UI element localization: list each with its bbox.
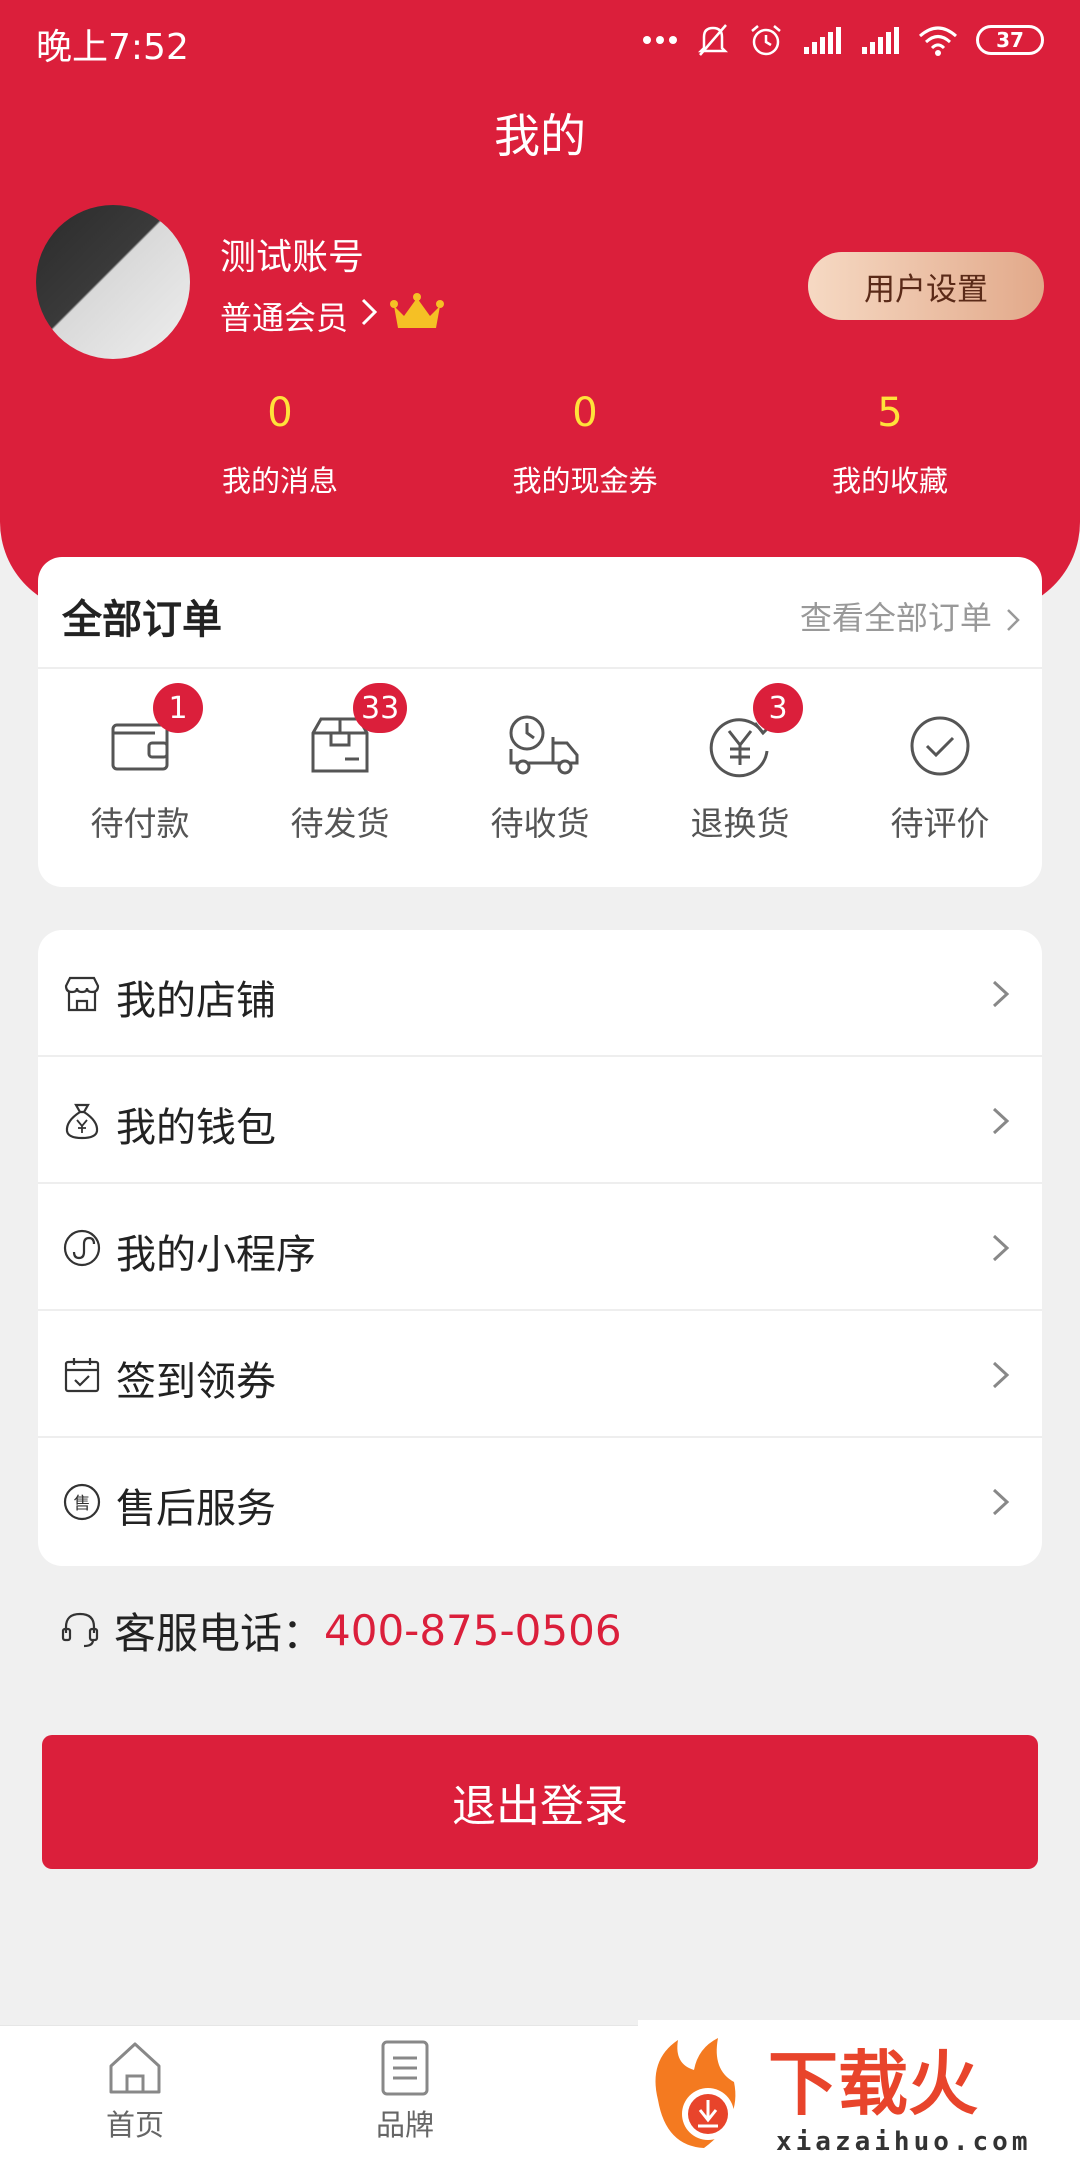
money-bag-icon	[62, 1101, 102, 1141]
menu-item-after-sales[interactable]: 售 售后服务	[38, 1438, 1042, 1565]
stat-label: 我的现金券	[512, 464, 658, 498]
badge-count: 33	[353, 683, 408, 733]
yen-return-icon: 3	[705, 683, 803, 781]
orders-header: 全部订单 查看全部订单	[38, 557, 1042, 669]
menu-item-check-in-coupons[interactable]: 签到领券	[38, 1311, 1042, 1438]
stat-messages[interactable]: 0 我的消息	[150, 390, 410, 500]
order-pending-review[interactable]: 待评价	[845, 699, 1035, 845]
menu-item-my-store[interactable]: 我的店铺	[38, 930, 1042, 1057]
alarm-icon	[748, 22, 784, 58]
watermark-text: 下载火	[768, 2043, 978, 2125]
menu-label: 签到领券	[116, 1359, 276, 1405]
stat-label: 我的消息	[221, 464, 338, 498]
stat-cash-coupons[interactable]: 0 我的现金券	[455, 390, 715, 500]
order-status-label: 退换货	[690, 804, 790, 843]
view-all-orders-link[interactable]: 查看全部订单	[800, 593, 1020, 639]
menu-card: 我的店铺 我的钱包 我的小程序 签到领券 售 售后服务	[38, 930, 1042, 1566]
order-status-label: 待收货	[490, 804, 590, 843]
signal-icon-2	[860, 25, 900, 55]
crown-icon	[390, 292, 445, 340]
user-name: 测试账号	[220, 237, 365, 278]
orders-card: 全部订单 查看全部订单 1 待付款 33 待发货 待收货 3 退换货 待评价	[38, 557, 1042, 887]
calendar-check-icon	[62, 1355, 102, 1395]
orders-status-row: 1 待付款 33 待发货 待收货 3 退换货 待评价	[38, 669, 1042, 885]
stat-value: 5	[877, 390, 903, 436]
order-status-label: 待付款	[90, 804, 190, 843]
store-icon	[62, 974, 102, 1014]
watermark-logo: 下载火 xiazaihuo.com	[638, 2020, 1080, 2160]
bell-muted-icon	[696, 22, 730, 58]
order-pending-shipment[interactable]: 33 待发货	[245, 683, 435, 845]
truck-icon	[505, 711, 579, 781]
signal-icon-1	[802, 25, 842, 55]
customer-service-phone[interactable]: 400-875-0506	[324, 1606, 622, 1655]
order-status-label: 待发货	[290, 804, 390, 843]
badge-count: 3	[753, 683, 803, 733]
logout-button[interactable]: 退出登录	[42, 1735, 1038, 1869]
customer-service-label: 客服电话：	[114, 1609, 325, 1658]
wifi-icon	[918, 24, 958, 56]
stat-value: 0	[572, 390, 598, 436]
menu-label: 我的店铺	[116, 978, 276, 1024]
order-return-exchange[interactable]: 3 退换货	[645, 683, 835, 845]
menu-item-my-wallet[interactable]: 我的钱包	[38, 1057, 1042, 1184]
menu-item-mini-program[interactable]: 我的小程序	[38, 1184, 1042, 1311]
order-pending-payment[interactable]: 1 待付款	[45, 683, 235, 845]
orders-title: 全部订单	[62, 597, 222, 643]
chevron-right-icon	[990, 1105, 1012, 1137]
member-level-link[interactable]: 普通会员	[220, 292, 445, 340]
stat-label: 我的收藏	[831, 464, 948, 498]
package-icon: 33	[305, 683, 408, 781]
order-status-label: 待评价	[890, 804, 990, 843]
menu-label: 售后服务	[116, 1486, 276, 1532]
status-bar: 晚上7:52 37	[0, 0, 1080, 80]
customer-service-row[interactable]: 客服电话： 400-875-0506	[60, 1600, 622, 1661]
status-icons: 37	[642, 18, 1044, 62]
tab-brand[interactable]: 品牌	[335, 2038, 475, 2144]
chevron-right-icon	[990, 1486, 1012, 1518]
tab-home[interactable]: 首页	[65, 2038, 205, 2144]
stat-value: 0	[267, 390, 293, 436]
chevron-right-icon	[990, 978, 1012, 1010]
stat-favorites[interactable]: 5 我的收藏	[760, 390, 1020, 500]
member-level-label: 普通会员	[220, 299, 349, 337]
status-time: 晚上7:52	[36, 27, 189, 68]
menu-label: 我的小程序	[116, 1232, 316, 1278]
chevron-right-icon	[990, 1232, 1012, 1264]
view-all-orders-label: 查看全部订单	[799, 599, 992, 637]
mini-program-icon	[62, 1228, 102, 1268]
badge-count: 1	[153, 683, 203, 733]
wallet-icon: 1	[105, 683, 203, 781]
headset-icon	[60, 1609, 100, 1653]
svg-text:售: 售	[74, 1494, 91, 1514]
after-sales-icon: 售	[62, 1482, 102, 1522]
watermark-domain: xiazaihuo.com	[776, 2127, 1032, 2157]
home-icon	[105, 2038, 165, 2098]
tab-label: 品牌	[375, 2108, 434, 2142]
more-dots-icon	[642, 34, 678, 46]
list-icon	[375, 2038, 435, 2098]
menu-label: 我的钱包	[116, 1105, 276, 1151]
tab-label: 首页	[105, 2108, 164, 2142]
chevron-right-icon	[360, 297, 378, 335]
chevron-right-icon	[1007, 609, 1020, 631]
avatar[interactable]	[36, 205, 190, 359]
chevron-right-icon	[990, 1359, 1012, 1391]
page-title: 我的	[494, 109, 586, 163]
check-circle-icon	[905, 711, 975, 781]
user-settings-button[interactable]: 用户设置	[808, 252, 1044, 320]
battery-indicator: 37	[976, 25, 1044, 55]
order-pending-receipt[interactable]: 待收货	[445, 699, 635, 845]
